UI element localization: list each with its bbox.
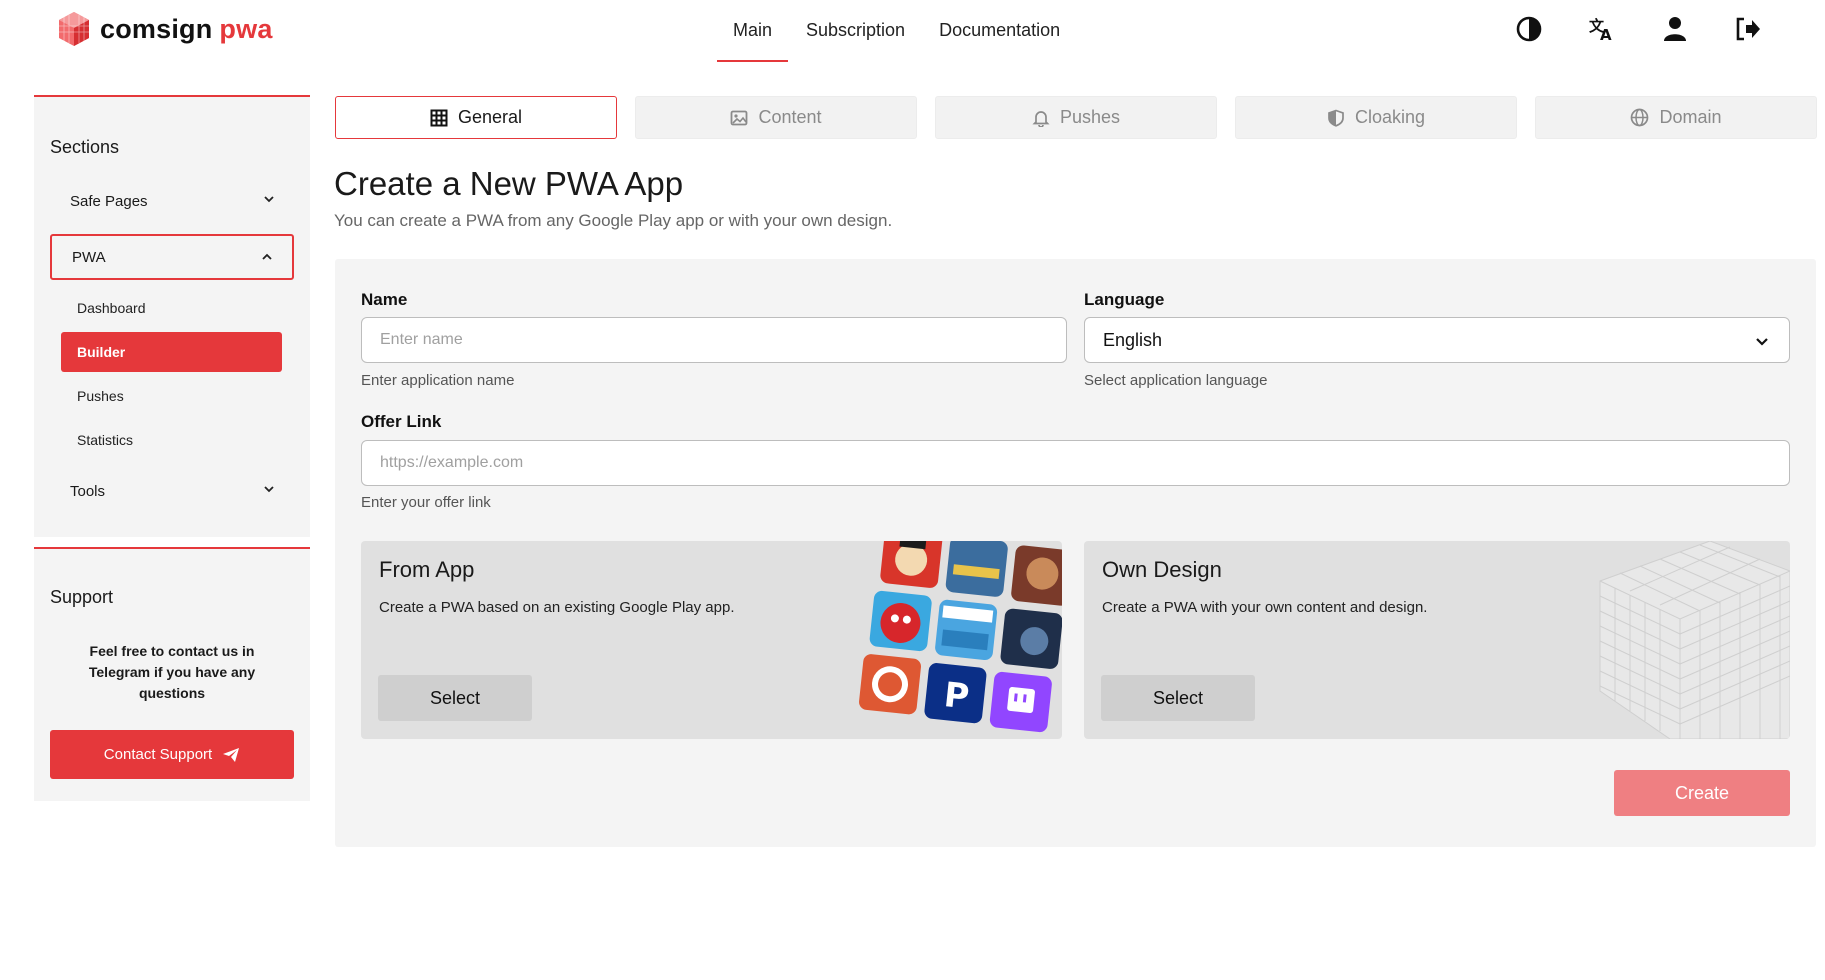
name-label: Name [361, 290, 408, 309]
chevron-down-icon [1756, 338, 1768, 346]
from-app-description: Create a PWA based on an existing Google… [379, 599, 735, 616]
sidebar: Sections Safe Pages PWA Dashboard Builde… [34, 95, 310, 801]
chevron-up-icon [262, 253, 272, 260]
sidebar-group-label: Tools [70, 482, 106, 500]
tab-label: Cloaking [1354, 107, 1426, 127]
contact-support-button[interactable]: Contact Support [50, 730, 294, 779]
tab-pushes[interactable]: Pushes [935, 96, 1217, 139]
tab-domain[interactable]: Domain [1535, 96, 1817, 139]
own-design-title: Own Design [1102, 557, 1222, 582]
sections-card: Sections Safe Pages PWA Dashboard Builde… [34, 95, 310, 537]
sidebar-group-pwa[interactable]: PWA [50, 234, 294, 280]
nav-main[interactable]: Main [716, 0, 789, 62]
name-hint: Enter application name [361, 372, 515, 389]
user-icon[interactable] [1660, 14, 1690, 44]
language-hint: Select application language [1084, 372, 1268, 389]
chevron-down-icon [264, 486, 274, 493]
create-button[interactable]: Create [1614, 770, 1790, 816]
tab-label: Content [758, 107, 822, 127]
sidebar-item-pushes[interactable]: Pushes [61, 376, 282, 416]
offer-link-label: Offer Link [361, 412, 442, 431]
header-actions: 文A [1514, 14, 1806, 44]
own-design-description: Create a PWA with your own content and d… [1102, 599, 1428, 616]
sidebar-group-safe-pages[interactable]: Safe Pages [50, 178, 294, 224]
brand-name-part2: pwa [219, 13, 273, 44]
page-subtitle: You can create a PWA from any Google Pla… [334, 211, 893, 230]
create-form-panel: Name Enter application name Language Eng… [335, 259, 1816, 847]
top-header: comsign pwa Main Subscription Documentati… [0, 0, 1825, 62]
language-label: Language [1084, 290, 1165, 309]
app-icons-collage: P [859, 541, 1062, 733]
brand-name-part1: comsign [100, 13, 213, 44]
tab-label: General [457, 107, 523, 127]
top-navigation: Main Subscription Documentation [716, 0, 1094, 62]
contact-support-label: Contact Support [103, 746, 213, 763]
offer-link-hint: Enter your offer link [361, 494, 491, 511]
from-app-select-button[interactable]: Select [378, 675, 532, 721]
builder-tabs: General Content Pushes Cloaking Domain [335, 96, 1817, 139]
chevron-down-icon [264, 196, 274, 203]
image-icon [730, 109, 748, 127]
name-input[interactable] [361, 317, 1067, 363]
page-title: Create a New PWA App [334, 165, 684, 202]
translate-icon[interactable]: 文A [1587, 14, 1617, 44]
tab-cloaking[interactable]: Cloaking [1235, 96, 1517, 139]
offer-link-input[interactable] [361, 440, 1790, 486]
support-title: Support [50, 587, 114, 607]
sidebar-group-tools[interactable]: Tools [50, 468, 294, 514]
from-app-title: From App [379, 557, 475, 582]
from-app-card: From App Create a PWA based on an existi… [361, 541, 1062, 739]
language-selected-value: English [1103, 329, 1163, 350]
svg-text:A: A [1600, 26, 1612, 42]
brand-name: comsign pwa [100, 14, 273, 45]
logout-icon[interactable] [1733, 14, 1763, 44]
sections-title: Sections [50, 137, 120, 157]
globe-icon [1630, 108, 1649, 127]
sidebar-group-label: PWA [72, 248, 106, 266]
bell-icon [1032, 109, 1050, 127]
sidebar-group-label: Safe Pages [70, 192, 148, 210]
wireframe-cube-art [1599, 541, 1790, 739]
sidebar-item-dashboard[interactable]: Dashboard [61, 288, 282, 328]
own-design-card: Own Design Create a PWA with your own co… [1084, 541, 1790, 739]
support-text: Feel free to contact us in Telegram if y… [88, 643, 256, 701]
tab-label: Domain [1659, 107, 1722, 127]
sidebar-item-builder[interactable]: Builder [61, 332, 282, 372]
sidebar-item-statistics[interactable]: Statistics [61, 420, 282, 460]
own-design-select-button[interactable]: Select [1101, 675, 1255, 721]
language-select[interactable]: English [1084, 317, 1790, 363]
tab-content[interactable]: Content [635, 96, 917, 139]
shield-icon [1327, 109, 1345, 127]
contrast-icon[interactable] [1514, 14, 1544, 44]
tab-label: Pushes [1059, 107, 1121, 127]
nav-documentation[interactable]: Documentation [939, 0, 1060, 62]
tab-general[interactable]: General [335, 96, 617, 139]
grid-icon [430, 109, 448, 127]
nav-subscription[interactable]: Subscription [806, 0, 905, 62]
svg-text:P: P [942, 675, 971, 717]
send-icon [223, 747, 240, 762]
brand-logo[interactable]: comsign pwa [56, 10, 273, 48]
support-card: Support Feel free to contact us in Teleg… [34, 547, 310, 801]
logo-mark-icon [59, 12, 89, 46]
